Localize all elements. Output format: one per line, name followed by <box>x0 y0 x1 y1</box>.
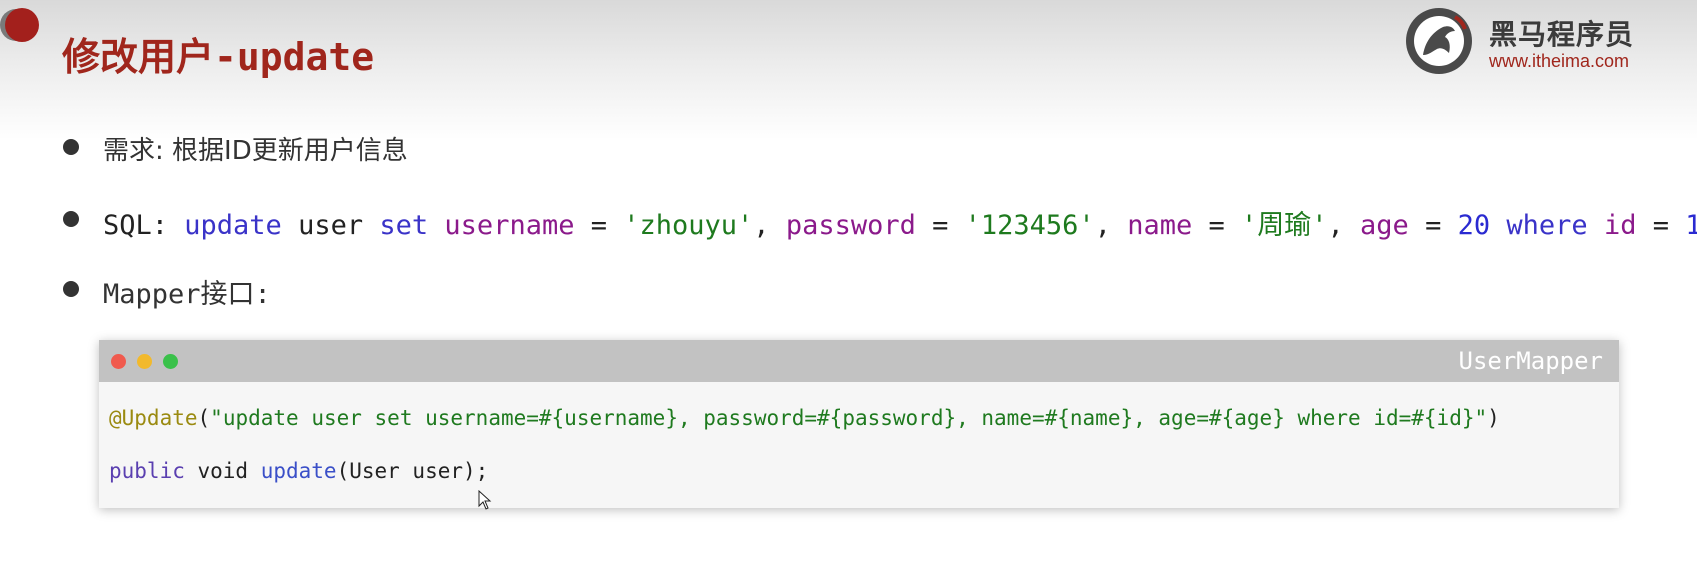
window-close-dot[interactable] <box>111 354 126 369</box>
paren-close: ) <box>1487 406 1500 430</box>
code-window-titlebar: UserMapper <box>99 340 1619 382</box>
code-token: void <box>184 459 261 483</box>
sql-token: name <box>1127 210 1193 241</box>
sql-token: = <box>915 210 965 241</box>
window-minimize-dot[interactable] <box>137 354 152 369</box>
sql-token: = <box>1408 210 1458 241</box>
annotation-token: @Update <box>109 406 198 430</box>
sql-token: '周瑜' <box>1241 210 1328 241</box>
code-window: UserMapper @Update("update user set user… <box>99 340 1619 508</box>
bullet-dot <box>63 211 79 227</box>
mouse-pointer-icon <box>478 490 492 510</box>
page-title: 修改用户-update <box>62 35 375 79</box>
sql-token: = <box>1192 210 1242 241</box>
sql-token: username <box>444 210 575 241</box>
sql-token: where <box>1506 210 1588 241</box>
paren-open: ( <box>197 406 211 430</box>
requirement-text: 需求: 根据ID更新用户信息 <box>103 136 408 166</box>
sql-token: user <box>281 210 380 241</box>
sql-token: age <box>1360 210 1409 241</box>
sql-token: , <box>1327 210 1361 241</box>
sql-label: SQL: <box>103 210 185 241</box>
sql-token: 20 <box>1457 210 1491 241</box>
code-window-title: UserMapper <box>1458 347 1604 375</box>
sql-string-literal: "update user set username=#{username}, p… <box>210 406 1488 430</box>
sql-token: 1 <box>1685 210 1697 241</box>
sql-statement: SQL: update user set username = 'zhouyu'… <box>103 203 1697 242</box>
sql-token: , <box>1094 210 1128 241</box>
code-token: (User user); <box>336 459 489 483</box>
window-maximize-dot[interactable] <box>163 354 178 369</box>
brand-url: www.itheima.com <box>1489 51 1630 71</box>
code-line-annotation: @Update("update user set username=#{user… <box>109 406 1500 430</box>
code-line-method: public void update(User user); <box>109 459 488 483</box>
keyword-public: public <box>109 459 185 483</box>
sql-token: id <box>1603 210 1637 241</box>
mapper-label: Mapper接口: <box>103 279 271 310</box>
sql-token: '123456' <box>964 210 1095 241</box>
bullet-dot <box>63 139 79 155</box>
sql-token: = <box>1636 210 1686 241</box>
sql-token: 'zhouyu' <box>623 210 754 241</box>
horse-logo-icon <box>1406 8 1472 74</box>
brand-logo: 黑马程序员 www.itheima.com <box>1403 5 1653 77</box>
sql-token: update <box>184 210 282 241</box>
sql-token: set <box>379 210 429 241</box>
slide-marker-dot <box>5 8 39 42</box>
sql-token: password <box>785 210 916 241</box>
brand-name: 黑马程序员 <box>1489 18 1635 51</box>
method-name: update <box>260 459 337 483</box>
sql-token: , <box>753 210 786 241</box>
bullet-dot <box>63 281 79 297</box>
sql-token: = <box>574 210 624 241</box>
